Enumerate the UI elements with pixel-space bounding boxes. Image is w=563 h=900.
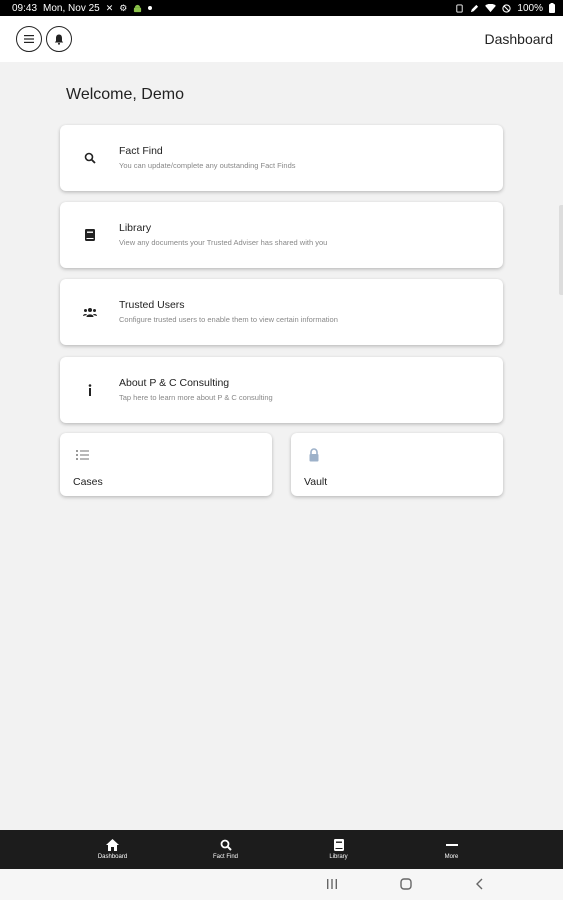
screen-rotate-icon bbox=[456, 3, 464, 13]
library-card[interactable]: Library View any documents your Trusted … bbox=[60, 202, 503, 268]
bell-icon bbox=[54, 34, 64, 45]
close-notification-icon: ✕ bbox=[105, 2, 114, 13]
book-icon bbox=[82, 227, 98, 243]
welcome-heading: Welcome, Demo bbox=[66, 86, 184, 103]
nav-label: Dashboard bbox=[97, 854, 128, 860]
edge-panel-handle[interactable] bbox=[559, 205, 563, 295]
lock-icon bbox=[309, 448, 319, 462]
edit-icon bbox=[471, 4, 479, 12]
wifi-icon bbox=[485, 3, 497, 12]
status-left: 09:43 Mon, Nov 25 ✕ ⚙ bbox=[12, 2, 153, 14]
home-icon bbox=[106, 839, 119, 851]
card-subtitle: You can update/complete any outstanding … bbox=[119, 161, 296, 170]
app-header: Dashboard bbox=[0, 16, 563, 62]
nav-library[interactable]: Library bbox=[282, 830, 395, 869]
search-icon bbox=[82, 150, 98, 166]
bottom-navigation: Dashboard Fact Find Library More bbox=[0, 830, 563, 869]
page-title: Dashboard bbox=[484, 31, 554, 47]
fact-find-card[interactable]: Fact Find You can update/complete any ou… bbox=[60, 125, 503, 191]
notification-dot-icon bbox=[148, 6, 153, 10]
header-buttons bbox=[16, 26, 72, 52]
trusted-users-card[interactable]: Trusted Users Configure trusted users to… bbox=[60, 279, 503, 345]
search-icon bbox=[220, 839, 232, 851]
list-icon bbox=[76, 450, 89, 460]
system-navigation-bar bbox=[0, 869, 563, 900]
nav-more[interactable]: More bbox=[395, 830, 508, 869]
nav-label: More bbox=[444, 854, 459, 860]
vault-label: Vault bbox=[304, 476, 328, 488]
book-icon bbox=[333, 839, 344, 851]
card-subtitle: Tap here to learn more about P & C consu… bbox=[119, 393, 273, 402]
status-time: 09:43 bbox=[12, 2, 38, 14]
battery-percent: 100% bbox=[517, 2, 543, 14]
notifications-button[interactable] bbox=[46, 26, 72, 52]
cases-card[interactable]: Cases bbox=[60, 433, 272, 496]
settings-icon: ⚙ bbox=[119, 2, 128, 13]
about-card[interactable]: About P & C Consulting Tap here to learn… bbox=[60, 357, 503, 423]
home-button-icon[interactable] bbox=[400, 878, 412, 890]
nav-label: Fact Find bbox=[212, 854, 238, 860]
status-right: 100% bbox=[455, 3, 555, 14]
hamburger-icon bbox=[24, 35, 34, 43]
android-icon bbox=[134, 4, 142, 12]
card-title: Fact Find bbox=[119, 145, 163, 157]
vault-card[interactable]: Vault bbox=[291, 433, 503, 496]
battery-icon bbox=[549, 3, 555, 13]
info-icon bbox=[82, 382, 98, 398]
card-title: Trusted Users bbox=[119, 299, 185, 311]
more-icon bbox=[445, 844, 458, 846]
card-subtitle: View any documents your Trusted Adviser … bbox=[119, 238, 328, 247]
nav-label: Library bbox=[329, 854, 348, 860]
nav-dashboard[interactable]: Dashboard bbox=[56, 830, 169, 869]
back-icon[interactable] bbox=[474, 878, 486, 890]
users-icon bbox=[82, 304, 98, 320]
card-title: About P & C Consulting bbox=[119, 377, 230, 389]
card-title: Library bbox=[119, 222, 152, 234]
recent-apps-icon[interactable] bbox=[326, 878, 338, 890]
cases-label: Cases bbox=[73, 476, 103, 488]
card-subtitle: Configure trusted users to enable them t… bbox=[119, 315, 338, 324]
menu-button[interactable] bbox=[16, 26, 42, 52]
status-bar: 09:43 Mon, Nov 25 ✕ ⚙ 100% bbox=[0, 0, 563, 16]
status-date: Mon, Nov 25 bbox=[43, 2, 100, 14]
do-not-disturb-icon bbox=[502, 3, 512, 13]
nav-fact-find[interactable]: Fact Find bbox=[169, 830, 282, 869]
